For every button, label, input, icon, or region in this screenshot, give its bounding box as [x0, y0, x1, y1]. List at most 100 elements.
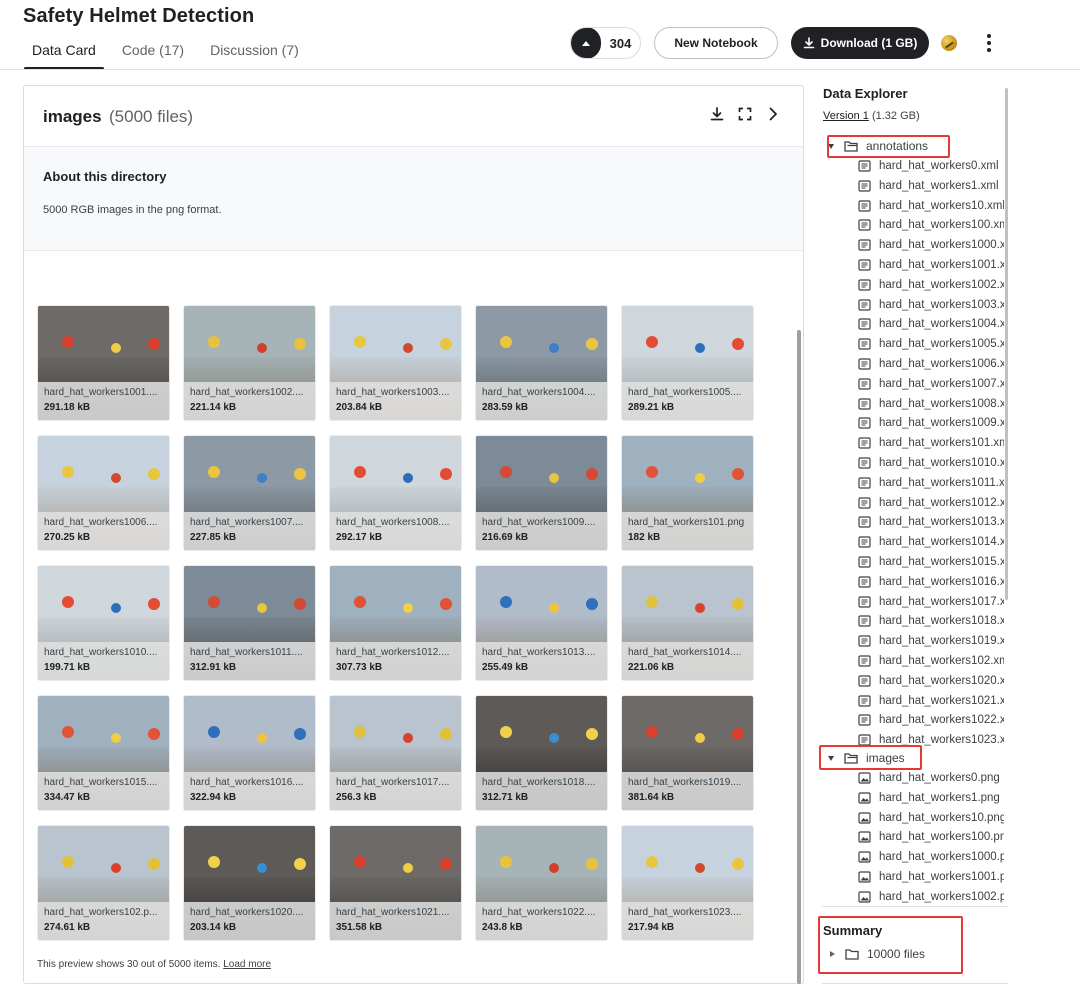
image-preview-card[interactable]: hard_hat_workers1015.... 334.47 kB [37, 695, 170, 811]
image-preview-card[interactable]: hard_hat_workers1009.... 216.69 kB [475, 435, 608, 551]
tree-file-xml[interactable]: hard_hat_workers1017.xml [858, 592, 1004, 612]
tree-file-xml[interactable]: hard_hat_workers1003.xml [858, 295, 1004, 315]
image-preview-card[interactable]: hard_hat_workers1017.... 256.3 kB [329, 695, 462, 811]
tree-file-xml[interactable]: hard_hat_workers1021.xml [858, 691, 1004, 711]
image-preview-card[interactable]: hard_hat_workers1004.... 283.59 kB [475, 305, 608, 421]
image-preview-card[interactable]: hard_hat_workers1020.... 203.14 kB [183, 825, 316, 941]
tree-file-xml[interactable]: hard_hat_workers0.xml [858, 156, 1004, 176]
folder-open-icon [844, 753, 858, 764]
image-preview-card[interactable]: hard_hat_workers1012.... 307.73 kB [329, 565, 462, 681]
tree-file-xml[interactable]: hard_hat_workers1004.xml [858, 314, 1004, 334]
panel-scrollbar[interactable] [797, 330, 801, 984]
new-notebook-button[interactable]: New Notebook [654, 27, 778, 59]
tree-file-xml[interactable]: hard_hat_workers1018.xml [858, 611, 1004, 631]
image-preview-card[interactable]: hard_hat_workers1008.... 292.17 kB [329, 435, 462, 551]
image-info: hard_hat_workers1005.... 289.21 kB [622, 382, 753, 420]
tab-data-card[interactable]: Data Card [24, 41, 104, 70]
tree-file-xml[interactable]: hard_hat_workers1007.xml [858, 374, 1004, 394]
tree-file-xml[interactable]: hard_hat_workers101.xml [858, 433, 1004, 453]
image-preview-card[interactable]: hard_hat_workers1016.... 322.94 kB [183, 695, 316, 811]
image-preview-card[interactable]: hard_hat_workers1005.... 289.21 kB [621, 305, 754, 421]
tree-file-image[interactable]: hard_hat_workers10.png [858, 808, 1004, 828]
image-preview-card[interactable]: hard_hat_workers1023.... 217.94 kB [621, 825, 754, 941]
tab-discussion[interactable]: Discussion (7) [202, 41, 307, 69]
tree-file-image[interactable]: hard_hat_workers100.png [858, 827, 1004, 847]
image-preview-card[interactable]: hard_hat_workers1014.... 221.06 kB [621, 565, 754, 681]
summary-folder-row[interactable]: 10000 files [823, 944, 925, 964]
tree-file-xml[interactable]: hard_hat_workers1015.xml [858, 552, 1004, 572]
tree-file-label: hard_hat_workers1004.xml [879, 318, 1004, 331]
tree-file-image[interactable]: hard_hat_workers1000.png [858, 847, 1004, 867]
file-image-icon [858, 792, 871, 804]
tree-folder-images[interactable]: images [822, 748, 1004, 768]
image-preview-card[interactable]: hard_hat_workers101.png 182 kB [621, 435, 754, 551]
tree-file-xml[interactable]: hard_hat_workers1010.xml [858, 453, 1004, 473]
tree-file-xml[interactable]: hard_hat_workers1020.xml [858, 671, 1004, 691]
tree-file-xml[interactable]: hard_hat_workers1009.xml [858, 413, 1004, 433]
tree-file-xml[interactable]: hard_hat_workers1019.xml [858, 631, 1004, 651]
image-preview-card[interactable]: hard_hat_workers1021.... 351.58 kB [329, 825, 462, 941]
load-more-link[interactable]: Load more [223, 959, 271, 970]
download-dataset-button[interactable]: Download (1 GB) [791, 27, 929, 59]
tree-file-xml[interactable]: hard_hat_workers1005.xml [858, 334, 1004, 354]
more-options-icon[interactable] [980, 33, 998, 53]
file-image-icon [858, 851, 871, 863]
image-preview-card[interactable]: hard_hat_workers1001.... 291.18 kB [37, 305, 170, 421]
tree-file-xml[interactable]: hard_hat_workers1.xml [858, 176, 1004, 196]
chevron-right-icon[interactable] [765, 106, 781, 122]
tree-file-label: hard_hat_workers1022.xml [879, 714, 1004, 727]
medal-icon[interactable] [941, 35, 957, 51]
image-preview-card[interactable]: hard_hat_workers1018.... 312.71 kB [475, 695, 608, 811]
file-code-icon [858, 655, 871, 667]
caret-right-icon[interactable] [830, 951, 835, 957]
tab-code[interactable]: Code (17) [114, 41, 192, 69]
tree-file-image[interactable]: hard_hat_workers1002.png [858, 887, 1004, 906]
tree-file-image[interactable]: hard_hat_workers1.png [858, 788, 1004, 808]
tree-file-xml[interactable]: hard_hat_workers1011.xml [858, 473, 1004, 493]
file-code-icon [858, 437, 871, 449]
tree-file-xml[interactable]: hard_hat_workers102.xml [858, 651, 1004, 671]
directory-name: images [43, 107, 102, 126]
image-preview-card[interactable]: hard_hat_workers1011.... 312.91 kB [183, 565, 316, 681]
image-preview-card[interactable]: hard_hat_workers1013.... 255.49 kB [475, 565, 608, 681]
tree-file-xml[interactable]: hard_hat_workers100.xml [858, 215, 1004, 235]
tree-file-label: hard_hat_workers101.xml [879, 437, 1004, 450]
caret-down-icon[interactable] [828, 143, 834, 149]
tree-file-image[interactable]: hard_hat_workers1001.png [858, 867, 1004, 887]
tree-file-xml[interactable]: hard_hat_workers1000.xml [858, 235, 1004, 255]
tree-file-xml[interactable]: hard_hat_workers10.xml [858, 196, 1004, 216]
version-link[interactable]: Version 1 [823, 110, 869, 122]
tree-file-xml[interactable]: hard_hat_workers1014.xml [858, 532, 1004, 552]
image-preview-card[interactable]: hard_hat_workers1002.... 221.14 kB [183, 305, 316, 421]
file-code-icon [858, 279, 871, 291]
tree-file-xml[interactable]: hard_hat_workers1022.xml [858, 710, 1004, 730]
fullscreen-icon[interactable] [737, 106, 753, 122]
tree-file-label: hard_hat_workers1001.png [879, 871, 1004, 883]
tree-file-xml[interactable]: hard_hat_workers1002.xml [858, 275, 1004, 295]
image-preview-card[interactable]: hard_hat_workers1006.... 270.25 kB [37, 435, 170, 551]
image-file-size: 203.84 kB [336, 402, 383, 413]
image-preview-card[interactable]: hard_hat_workers102.p... 274.61 kB [37, 825, 170, 941]
image-preview-card[interactable]: hard_hat_workers1010.... 199.71 kB [37, 565, 170, 681]
image-file-size: 334.47 kB [44, 792, 91, 803]
image-preview-card[interactable]: hard_hat_workers1022.... 243.8 kB [475, 825, 608, 941]
upvote-button[interactable]: 304 [570, 27, 641, 59]
tree-file-image[interactable]: hard_hat_workers0.png [858, 768, 1004, 788]
image-preview-card[interactable]: hard_hat_workers1003.... 203.84 kB [329, 305, 462, 421]
tree-file-xml[interactable]: hard_hat_workers1008.xml [858, 394, 1004, 414]
tree-file-xml[interactable]: hard_hat_workers1013.xml [858, 512, 1004, 532]
image-preview-card[interactable]: hard_hat_workers1019.... 381.64 kB [621, 695, 754, 811]
tree-file-xml[interactable]: hard_hat_workers1001.xml [858, 255, 1004, 275]
caret-down-icon[interactable] [828, 755, 834, 761]
explorer-scrollbar[interactable] [1005, 88, 1008, 600]
tree-file-xml[interactable]: hard_hat_workers1012.xml [858, 493, 1004, 513]
panel-scrollbar-thumb[interactable] [797, 330, 801, 984]
upvote-count: 304 [609, 35, 632, 51]
tree-folder-annotations[interactable]: annotations [822, 136, 1004, 156]
tree-file-xml[interactable]: hard_hat_workers1016.xml [858, 572, 1004, 592]
about-directory: About this directory 5000 RGB images in … [24, 147, 803, 251]
image-preview-card[interactable]: hard_hat_workers1007.... 227.85 kB [183, 435, 316, 551]
data-explorer-title: Data Explorer [823, 86, 908, 101]
download-icon[interactable] [709, 106, 725, 122]
tree-file-xml[interactable]: hard_hat_workers1006.xml [858, 354, 1004, 374]
